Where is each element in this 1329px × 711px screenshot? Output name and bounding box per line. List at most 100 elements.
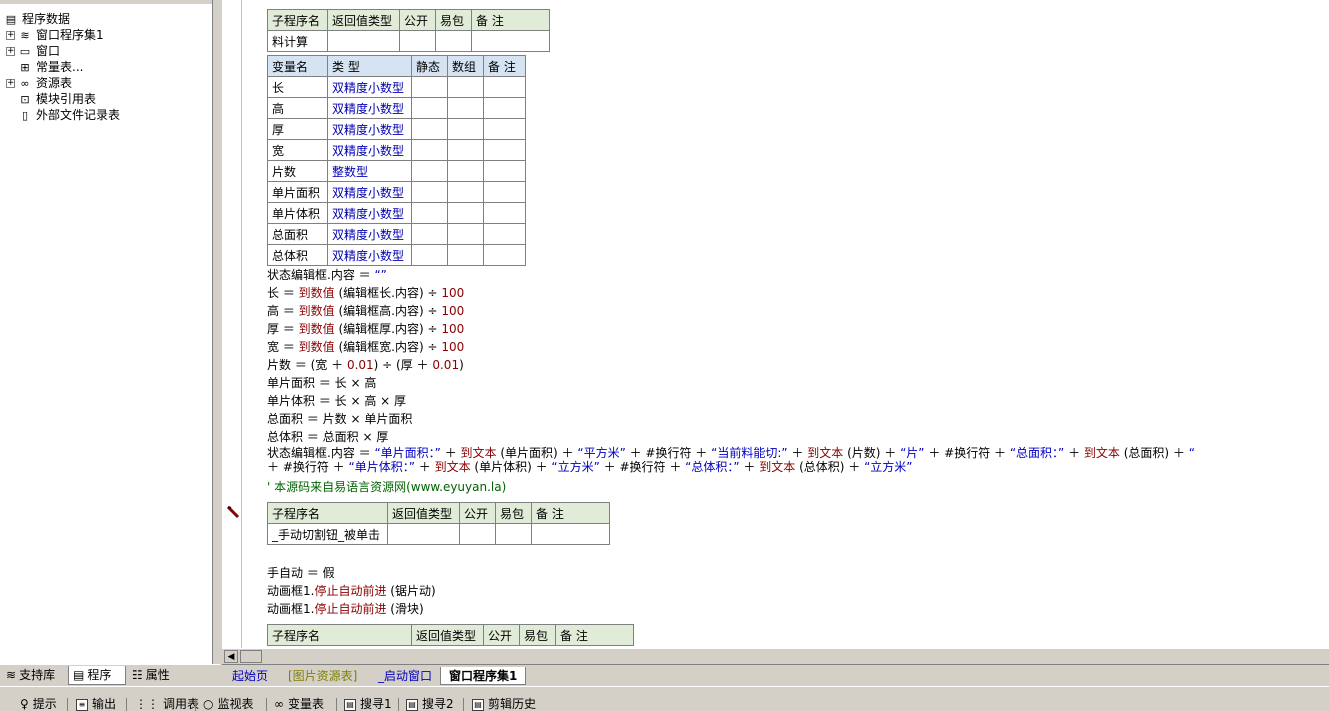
table-cell[interactable] [495,523,532,545]
tree-item-modules[interactable]: ⊡ 模块引用表 [18,91,96,107]
table-cell[interactable] [483,181,526,203]
code-line[interactable]: 片数 ＝ (宽 ＋ 0.01) ÷ (厚 ＋ 0.01) [267,356,464,374]
expand-icon[interactable]: + [6,78,15,88]
var-type[interactable]: 双精度小数型 [327,244,412,266]
table-cell[interactable] [399,30,436,52]
code-line[interactable]: 长 ＝ 到数值 (编辑框长.内容) ÷ 100 [267,284,464,302]
var-name[interactable]: 片数 [267,160,328,182]
var-type[interactable]: 双精度小数型 [327,202,412,224]
table-cell[interactable] [447,223,484,245]
table-row[interactable]: 单片体积 双精度小数型 [267,202,526,224]
table-cell[interactable] [459,523,496,545]
table-cell[interactable] [483,118,526,140]
subroutine-name[interactable]: _手动切割钮_被单击 [267,523,388,545]
var-name[interactable]: 宽 [267,139,328,161]
table-cell[interactable] [483,244,526,266]
var-type[interactable]: 双精度小数型 [327,223,412,245]
tab-search2[interactable]: ▤ 搜寻2 [406,697,454,711]
tab-program[interactable]: ▤ 程序 [68,666,126,685]
code-area[interactable]: 子程序名 返回值类型 公开 易包 备 注 料计算 变量名 类 型 静态 数组 备 [242,0,1329,648]
table-cell[interactable] [435,30,472,52]
tree-scrollbar[interactable] [213,0,220,664]
table-row[interactable]: 长双精度小数型 [267,76,526,98]
table-cell[interactable] [447,97,484,119]
tree-item-resources[interactable]: + ∞ 资源表 [6,75,72,91]
table-cell[interactable] [411,139,448,161]
tree-item-assembly[interactable]: + ≋ 窗口程序集1 [6,27,104,43]
var-name[interactable]: 单片面积 [267,181,328,203]
horizontal-scrollbar[interactable]: ◀ [222,648,1329,664]
table-row[interactable]: 片数 整数型 [267,160,526,182]
table-row[interactable]: 厚双精度小数型 [267,118,526,140]
scroll-left-icon[interactable]: ◀ [224,650,238,663]
table-row[interactable]: 总体积 双精度小数型 [267,244,526,266]
table-row[interactable]: 总面积 双精度小数型 [267,223,526,245]
table-cell[interactable] [411,118,448,140]
tab-watch[interactable]: ○ 监视表 [203,697,254,711]
table-cell[interactable] [411,160,448,182]
table-cell[interactable] [327,30,400,52]
tab-startup-window[interactable]: _启动窗口 [370,667,440,685]
table-cell[interactable] [447,76,484,98]
tab-clip-history[interactable]: ▤ 剪辑历史 [472,697,536,711]
tab-variables[interactable]: ∞ 变量表 [274,697,324,711]
table-cell[interactable] [483,202,526,224]
var-name[interactable]: 高 [267,97,328,119]
tab-start-page[interactable]: 起始页 [224,667,276,685]
code-line[interactable]: 手自动 ＝ 假 [267,564,335,582]
tab-search1[interactable]: ▤ 搜寻1 [344,697,392,711]
table-cell[interactable] [447,118,484,140]
code-line[interactable]: 宽 ＝ 到数值 (编辑框宽.内容) ÷ 100 [267,338,464,356]
expand-icon[interactable]: + [6,46,15,56]
var-type[interactable]: 双精度小数型 [327,118,412,140]
table-cell[interactable] [471,30,550,52]
code-line[interactable]: 总体积 ＝ 总面积 × 厚 [267,428,388,446]
code-comment[interactable]: ' 本源码来自易语言资源网(www.eyuyan.la) [267,478,506,496]
tab-window-assembly[interactable]: 窗口程序集1 [440,667,527,685]
var-name[interactable]: 总面积 [267,223,328,245]
scroll-thumb[interactable] [240,650,262,663]
table-cell[interactable] [447,139,484,161]
tree-root[interactable]: ▤ 程序数据 [4,11,70,27]
code-line[interactable]: ＋ #换行符 ＋ “单片体积：” ＋ 到文本 (单片体积) ＋ “立方米” ＋ … [267,460,913,474]
var-type[interactable]: 双精度小数型 [327,97,412,119]
table-cell[interactable] [483,97,526,119]
tab-call-table[interactable]: ⋮⋮ 调用表 [135,697,199,711]
code-line[interactable]: 厚 ＝ 到数值 (编辑框厚.内容) ÷ 100 [267,320,464,338]
code-line[interactable]: 单片体积 ＝ 长 × 高 × 厚 [267,392,406,410]
table-row[interactable]: 单片面积 双精度小数型 [267,181,526,203]
table-cell[interactable] [447,160,484,182]
table-row[interactable]: 宽双精度小数型 [267,139,526,161]
tab-image-resources[interactable]: [图片资源表] [280,667,365,685]
table-cell[interactable] [411,202,448,224]
table-cell[interactable] [411,97,448,119]
var-type[interactable]: 双精度小数型 [327,139,412,161]
expand-icon[interactable]: + [6,30,15,40]
code-line[interactable]: 单片面积 ＝ 长 × 高 [267,374,376,392]
tree-item-window[interactable]: + ▭ 窗口 [6,43,60,59]
code-line[interactable]: 动画框1.停止自动前进 (锯片动) [267,582,436,600]
table-cell[interactable] [483,139,526,161]
subroutine-name[interactable]: 料计算 [267,30,328,52]
table-cell[interactable] [483,223,526,245]
table-cell[interactable] [447,181,484,203]
var-name[interactable]: 长 [267,76,328,98]
code-line[interactable]: 状态编辑框.内容 ＝ “单片面积：” ＋ 到文本 (单片面积) ＋ “平方米” … [267,446,1195,460]
table-cell[interactable] [483,76,526,98]
var-type[interactable]: 双精度小数型 [327,76,412,98]
table-cell[interactable] [411,181,448,203]
tree-item-constants[interactable]: ⊞ 常量表... [18,59,83,75]
table-cell[interactable] [411,76,448,98]
table-cell[interactable] [531,523,610,545]
tab-properties[interactable]: ☷ 属性 [128,666,184,685]
code-line[interactable]: 状态编辑框.内容 ＝ “” [267,266,387,284]
code-line[interactable]: 高 ＝ 到数值 (编辑框高.内容) ÷ 100 [267,302,464,320]
tab-hint[interactable]: ♀ 提示 [20,697,57,711]
table-cell[interactable] [483,160,526,182]
tab-output[interactable]: ≡ 输出 [76,697,116,711]
var-type[interactable]: 整数型 [327,160,412,182]
tab-support-library[interactable]: ≋ 支持库 [2,666,64,685]
table-cell[interactable] [447,202,484,224]
var-name[interactable]: 单片体积 [267,202,328,224]
table-cell[interactable] [411,223,448,245]
